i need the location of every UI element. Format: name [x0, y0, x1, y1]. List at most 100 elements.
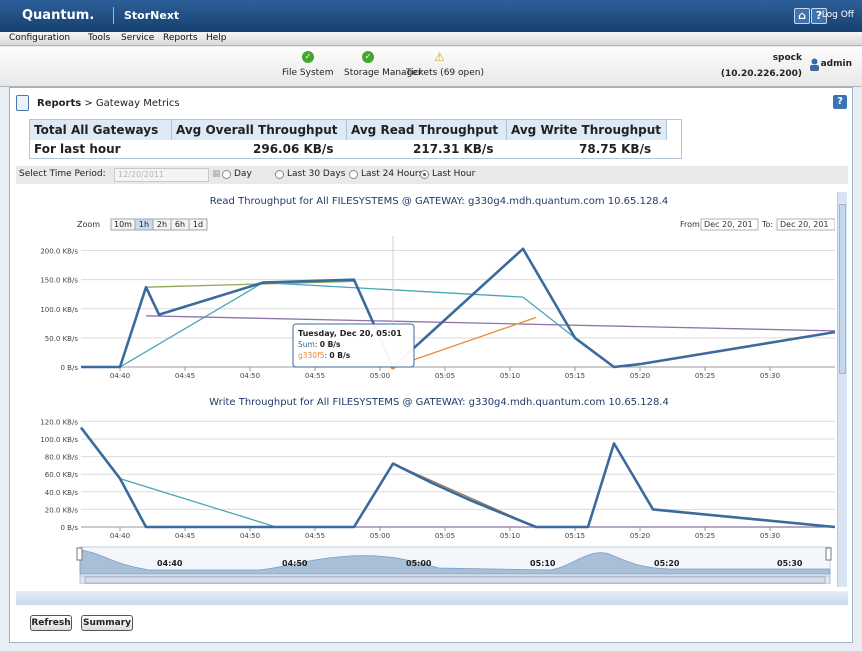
range-to-input[interactable]: Dec 20, 201	[780, 220, 829, 229]
x-tick-label: 05:05	[435, 372, 455, 380]
y-tick-label: 40.0 KB/s	[45, 489, 79, 497]
product-name: StorNext	[124, 9, 180, 22]
x-tick-label: 05:10	[500, 372, 520, 380]
status-bar: ✓ ✓ ⚠ File System Storage Manager Ticket…	[0, 47, 862, 87]
x-tick-label: 04:40	[110, 532, 130, 540]
brand-divider	[113, 7, 114, 24]
reports-panel: Reports > Gateway Metrics ? Total All Ga…	[9, 87, 853, 643]
summary-header: Avg Overall Throughput	[172, 120, 347, 140]
radio-last-hour-label[interactable]: Last Hour	[432, 169, 475, 179]
chart-footer-bar	[16, 591, 848, 605]
x-tick-label: 05:25	[695, 372, 715, 380]
radio-day[interactable]	[222, 170, 231, 179]
x-tick-label: 04:55	[305, 532, 325, 540]
throughput-charts[interactable]: Read Throughput for All FILESYSTEMS @ GA…	[29, 192, 835, 584]
x-tick-label: 05:25	[695, 532, 715, 540]
radio-last-30-days-label[interactable]: Last 30 Days	[287, 169, 345, 179]
panel-help-icon[interactable]: ?	[833, 95, 847, 109]
zoom-buttons: 10m 1h 2h 6h 1d	[110, 218, 208, 231]
summary-header: Avg Read Throughput	[347, 120, 507, 140]
radio-last-hour[interactable]	[420, 170, 429, 179]
series-line[interactable]	[145, 315, 835, 332]
summary-overall-value: 296.06 KB/s	[253, 142, 334, 156]
menu-service[interactable]: Service	[121, 33, 154, 43]
x-tick-label: 05:00	[370, 532, 390, 540]
admin-user[interactable]: admin	[821, 59, 852, 69]
home-icon[interactable]: ⌂	[794, 8, 810, 24]
summary-button[interactable]: Summary	[81, 615, 133, 631]
menu-configuration[interactable]: Configuration	[9, 33, 70, 43]
scrollbar-thumb[interactable]	[839, 204, 846, 374]
menu-tools[interactable]: Tools	[88, 33, 110, 43]
report-icon	[16, 95, 29, 111]
date-input[interactable]: 12/20/2011	[114, 168, 209, 182]
write-chart[interactable]: 0 B/s 20.0 KB/s 40.0 KB/s 60.0 KB/s 80.0 KB/…	[40, 418, 835, 540]
y-tick-label: 80.0 KB/s	[45, 454, 79, 462]
x-tick-label: 05:30	[760, 372, 780, 380]
x-tick-label: 05:00	[370, 372, 390, 380]
chart-tooltip: Tuesday, Dec 20, 05:01 Sum: 0 B/s g330f5: …	[292, 323, 415, 368]
tooltip-g330f5: g330f5: 0 B/s	[298, 351, 351, 360]
zoom-button-label[interactable]: 1d	[193, 220, 203, 229]
radio-last-24-hours[interactable]	[349, 170, 358, 179]
x-tick-label: 05:15	[565, 372, 585, 380]
read-chart-title: Read Throughput for All FILESYSTEMS @ GA…	[210, 196, 668, 207]
navigator-left-handle[interactable]	[76, 547, 83, 561]
navigator-label: 05:30	[777, 559, 803, 568]
time-navigator[interactable]: 04:40 04:50 05:00 05:10 05:20 05:30	[76, 546, 832, 584]
zoom-button-label[interactable]: 1h	[139, 220, 149, 229]
zoom-button-label[interactable]: 2h	[157, 220, 167, 229]
tooltip-sum: Sum: 0 B/s	[298, 340, 341, 349]
range-from-input[interactable]: Dec 20, 201	[704, 220, 753, 229]
y-tick-label: 20.0 KB/s	[45, 506, 79, 514]
file-system-status[interactable]: ✓	[302, 51, 314, 63]
navigator-label: 05:20	[654, 559, 680, 568]
x-tick-label: 05:20	[630, 372, 650, 380]
y-tick-label: 60.0 KB/s	[45, 471, 79, 479]
time-period-label: Select Time Period:	[19, 169, 106, 179]
x-tick-label: 04:45	[175, 532, 195, 540]
user-ip: (10.20.226.200)	[720, 69, 802, 79]
admin-user-icon	[810, 58, 819, 71]
menu-help[interactable]: Help	[206, 33, 227, 43]
menu-bar: Configuration Tools Service Reports Help	[0, 32, 862, 46]
series-line[interactable]	[81, 247, 835, 369]
radio-day-label[interactable]: Day	[234, 169, 252, 179]
logoff-link[interactable]: Log Off	[822, 10, 854, 20]
time-period-bar: Select Time Period: 12/20/2011 ▦ Day Las…	[16, 166, 848, 184]
x-tick-label: 05:05	[435, 532, 455, 540]
y-tick-label: 150.0 KB/s	[40, 277, 78, 285]
chart-vertical-scrollbar[interactable]	[837, 192, 847, 587]
header-bar: Quantum. StorNext ⌂ ? Log Off	[0, 0, 862, 32]
read-chart[interactable]: 0 B/s 50.0 KB/s 100.0 KB/s 150.0 KB/s 200.0 …	[40, 236, 835, 380]
tooltip-title: Tuesday, Dec 20, 05:01	[298, 329, 402, 338]
breadcrumb-page: > Gateway Metrics	[81, 98, 180, 109]
y-tick-label: 50.0 KB/s	[45, 335, 79, 343]
series-line[interactable]	[79, 426, 835, 529]
tickets-status[interactable]: ⚠	[433, 51, 446, 63]
summary-write-value: 78.75 KB/s	[579, 142, 652, 156]
navigator-right-handle[interactable]	[825, 547, 832, 561]
storage-manager-status[interactable]: ✓	[362, 51, 374, 63]
range-to-label: To:	[761, 220, 773, 229]
x-tick-label: 04:40	[110, 372, 130, 380]
refresh-button[interactable]: Refresh	[30, 615, 72, 631]
tickets-label[interactable]: Tickets (69 open)	[406, 68, 484, 78]
ok-check-icon: ✓	[302, 51, 314, 63]
radio-last-24-hours-label[interactable]: Last 24 Hours	[361, 169, 423, 179]
file-system-label[interactable]: File System	[282, 68, 333, 78]
zoom-button-label[interactable]: 6h	[175, 220, 185, 229]
zoom-button-label[interactable]: 10m	[114, 220, 132, 229]
calendar-icon[interactable]: ▦	[212, 169, 221, 179]
breadcrumb-reports[interactable]: Reports	[37, 98, 81, 109]
y-tick-label: 120.0 KB/s	[40, 418, 78, 426]
x-tick-label: 04:45	[175, 372, 195, 380]
y-tick-label: 100.0 KB/s	[40, 436, 78, 444]
x-tick-label: 04:50	[240, 532, 260, 540]
y-tick-label: 0 B/s	[61, 524, 79, 532]
navigator-label: 05:10	[530, 559, 556, 568]
menu-reports[interactable]: Reports	[163, 33, 198, 43]
radio-last-30-days[interactable]	[275, 170, 284, 179]
x-tick-label: 05:15	[565, 532, 585, 540]
x-tick-label: 05:10	[500, 532, 520, 540]
